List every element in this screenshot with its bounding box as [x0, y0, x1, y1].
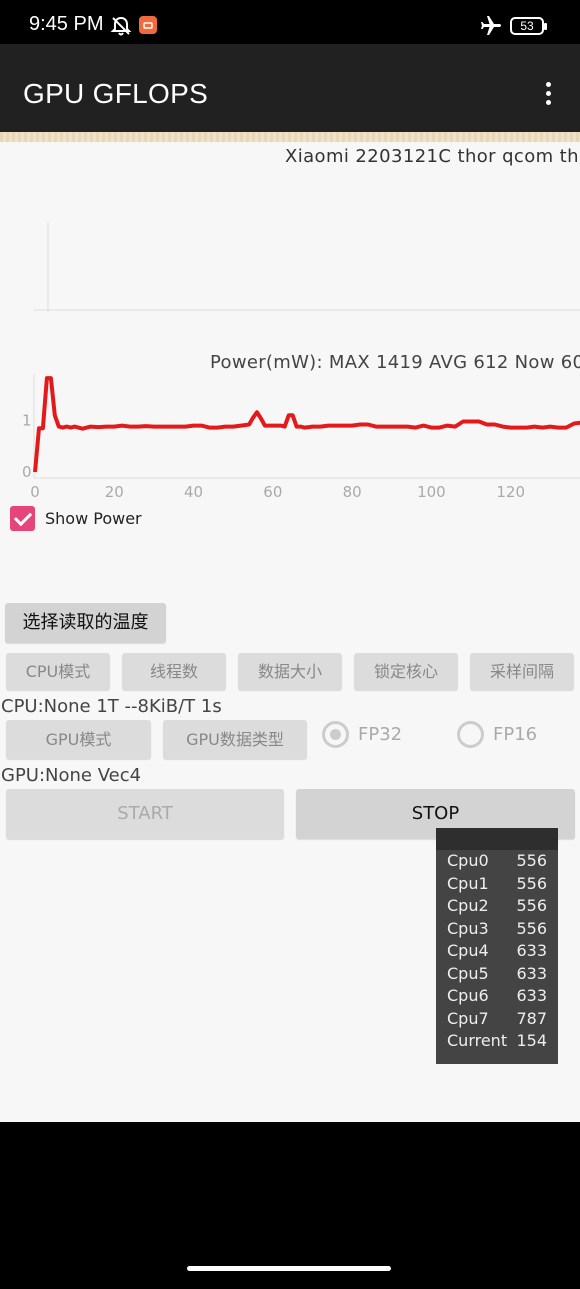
- navigation-bar: [0, 1122, 580, 1289]
- bell-muted-icon: [110, 16, 132, 36]
- freq-row: Cpu4 633: [436, 940, 558, 963]
- gpu-data-type-button[interactable]: GPU数据类型: [163, 720, 307, 759]
- power-chart-label: Power(mW): MAX 1419 AVG 612 Now 600: [210, 352, 580, 373]
- fp16-radio[interactable]: [457, 721, 484, 748]
- status-time: 9:45 PM: [29, 13, 104, 35]
- freq-name: Cpu2: [447, 896, 489, 915]
- freq-name: Cpu6: [447, 986, 489, 1005]
- freq-row: Current 154: [436, 1030, 558, 1053]
- freq-row: Cpu3 556: [436, 918, 558, 941]
- freq-name: Cpu0: [447, 851, 489, 870]
- freq-value: 633: [516, 963, 547, 983]
- freq-name: Current: [447, 1031, 508, 1050]
- power-chart: 0 20 40 60 80 100 120 0 1: [22, 374, 580, 501]
- x-tick-label: 60: [263, 483, 282, 501]
- cpu-mode-button[interactable]: CPU模式: [6, 653, 110, 690]
- freq-value: 556: [516, 918, 547, 938]
- freq-value: 633: [516, 941, 547, 960]
- sample-interval-button[interactable]: 采样间隔: [470, 653, 574, 690]
- y-tick-label: 1: [22, 411, 32, 429]
- main-content: Xiaomi 2203121C thor qcom thor 0 20 40 60 80…: [0, 142, 580, 1122]
- x-tick-label: 120: [496, 483, 525, 501]
- freq-row: Cpu5 633: [436, 963, 558, 986]
- app-title: GPU GFLOPS: [23, 78, 209, 109]
- show-power-checkbox[interactable]: Show Power: [10, 506, 142, 531]
- freq-row: Cpu7 787: [436, 1008, 558, 1031]
- freq-row: Cpu0 556: [436, 850, 558, 873]
- start-button[interactable]: START: [6, 789, 284, 839]
- fp16-label: FP16: [493, 724, 538, 745]
- freq-row: Cpu1 556: [436, 873, 558, 896]
- freq-name: Cpu7: [447, 1008, 489, 1028]
- select-temperature-button[interactable]: 选择读取的温度: [5, 603, 166, 643]
- freq-value: 556: [516, 851, 547, 870]
- show-power-label: Show Power: [45, 509, 142, 528]
- freq-value: 556: [516, 873, 547, 893]
- freq-name: Cpu5: [447, 963, 489, 983]
- freq-value: 633: [516, 986, 547, 1005]
- gpu-status: GPU:None Vec4: [1, 765, 142, 786]
- cpu-status: CPU:None 1T --8KiB/T 1s: [1, 696, 222, 717]
- appbar-divider: [0, 132, 580, 142]
- battery-indicator: 53: [510, 17, 547, 35]
- gpu-mode-button[interactable]: GPU模式: [6, 720, 151, 759]
- freq-name: Cpu3: [447, 918, 489, 938]
- data-size-button[interactable]: 数据大小: [238, 653, 342, 690]
- freq-name: Cpu4: [447, 941, 489, 960]
- freq-name: Cpu1: [447, 873, 489, 893]
- status-bar: 9:45 PM 53: [0, 0, 580, 44]
- lock-core-button[interactable]: 锁定核心: [354, 653, 458, 690]
- freq-value: 154: [516, 1031, 547, 1050]
- app-bar: GPU GFLOPS: [0, 44, 580, 132]
- x-tick-label: 40: [184, 483, 203, 501]
- freq-value: 787: [516, 1008, 547, 1028]
- threads-button[interactable]: 线程数: [122, 653, 226, 690]
- x-tick-label: 80: [343, 483, 362, 501]
- x-tick-label: 0: [30, 483, 40, 501]
- y-tick-label: 0: [22, 463, 32, 481]
- x-tick-label: 20: [105, 483, 124, 501]
- airplane-mode-icon: [481, 16, 501, 35]
- overflow-menu-icon[interactable]: [538, 82, 558, 112]
- freq-row: Cpu6 633: [436, 985, 558, 1008]
- checkbox-checked-icon[interactable]: [10, 506, 35, 531]
- home-gesture-handle[interactable]: [187, 1266, 391, 1271]
- freq-value: 556: [516, 896, 547, 915]
- app-notification-icon: [139, 16, 157, 34]
- x-tick-label: 100: [417, 483, 446, 501]
- cpu-frequency-overlay: Cpu0 556 Cpu1 556 Cpu2 556 Cpu3 556 Cpu4 633 Cpu5 6…: [436, 828, 558, 1064]
- fp32-label: FP32: [358, 724, 403, 745]
- fp32-radio[interactable]: [322, 721, 349, 748]
- freq-row: Cpu2 556: [436, 895, 558, 918]
- power-series-line: [33, 376, 580, 473]
